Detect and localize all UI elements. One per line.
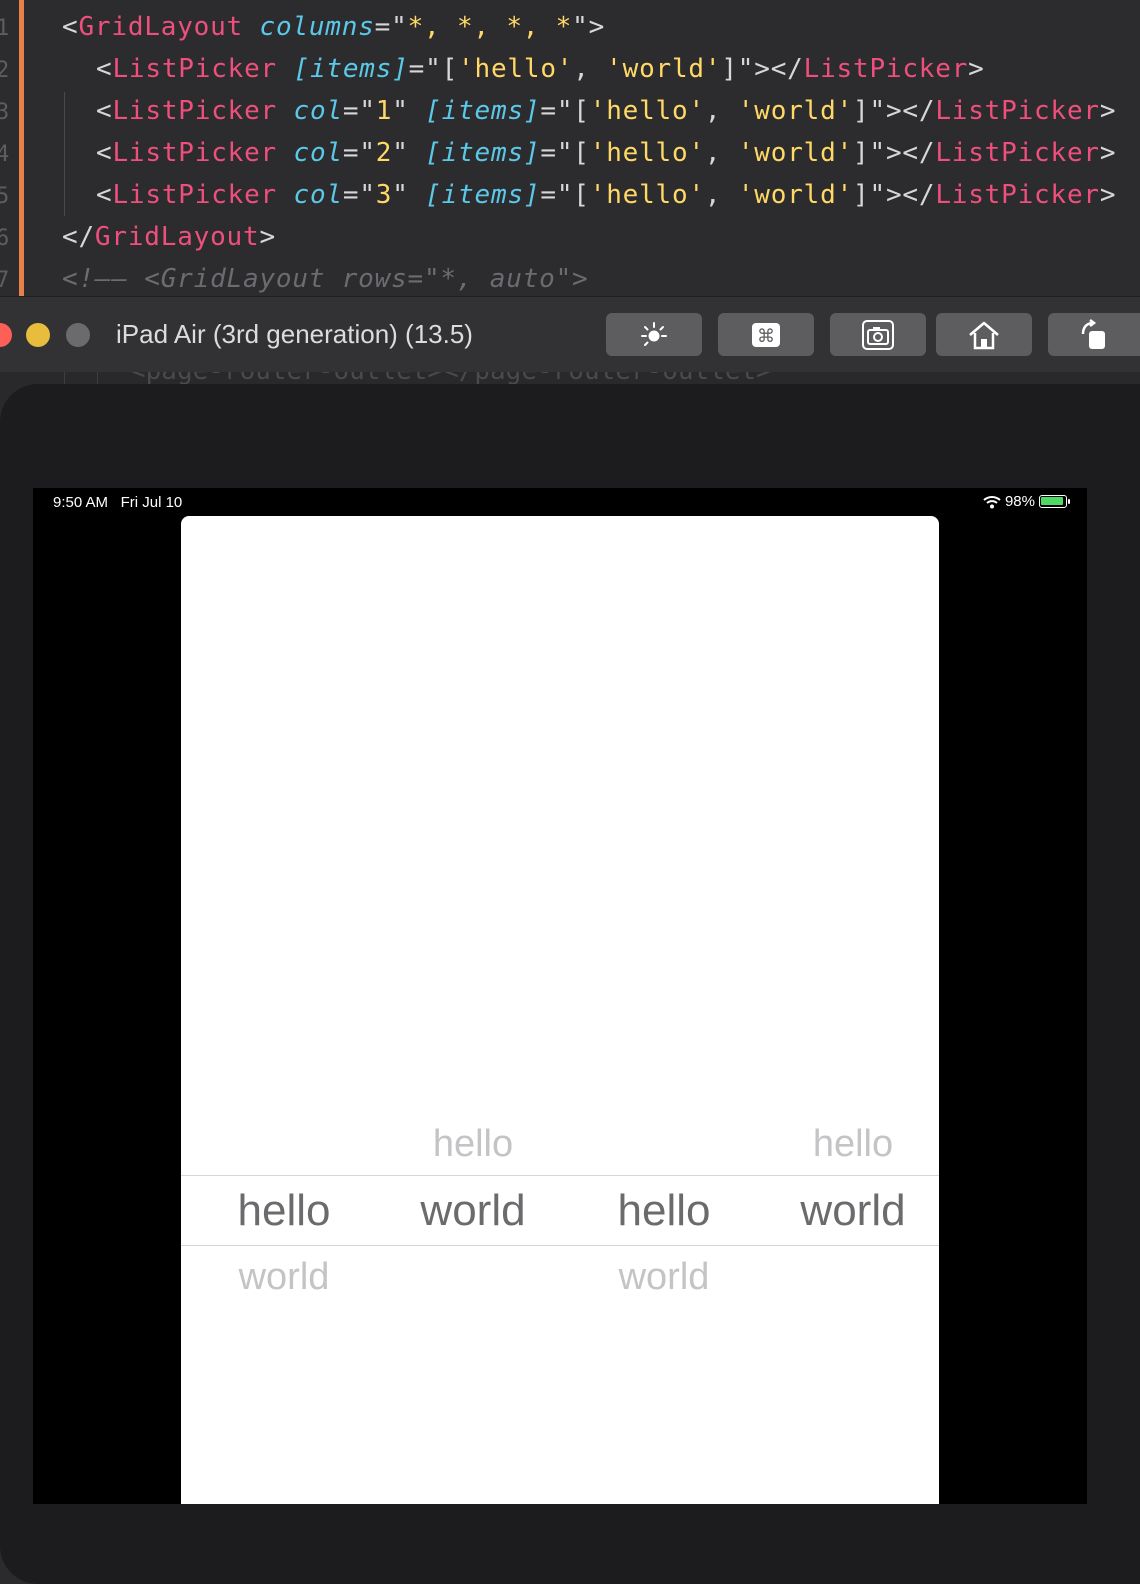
- line-number: 1: [0, 16, 10, 41]
- code-line-7-comment[interactable]: <!—— <GridLayout rows="*, auto">: [62, 264, 589, 294]
- svg-text:⌘: ⌘: [757, 326, 775, 347]
- status-bar-right: 98%: [983, 493, 1070, 510]
- picker-item-above[interactable]: hello: [758, 1123, 948, 1166]
- picker-item-below[interactable]: world: [569, 1256, 759, 1299]
- app-page-sheet: hello world hello world hello world hell…: [181, 516, 939, 1504]
- code-line-2[interactable]: <ListPicker [items]="['hello', 'world']"…: [96, 54, 985, 84]
- zoom-window-button[interactable]: [66, 323, 90, 347]
- status-time: 9:50 AM: [53, 494, 109, 511]
- picker-item-below[interactable]: world: [189, 1256, 379, 1299]
- code-line-4[interactable]: <ListPicker col="2" [items]="['hello', '…: [96, 138, 1116, 168]
- code-line-1[interactable]: <GridLayout columns="*, *, *, *">: [62, 12, 605, 42]
- git-change-bar: [19, 0, 24, 296]
- rotate-icon: [1081, 318, 1105, 349]
- wifi-icon: [983, 495, 1001, 508]
- picker-item-selected[interactable]: world: [378, 1186, 568, 1236]
- screenshot-button[interactable]: [830, 313, 926, 356]
- line-number: 4: [0, 142, 10, 167]
- list-picker-col-3[interactable]: hello world: [758, 516, 948, 1504]
- line-number: 2: [0, 58, 10, 83]
- list-picker-col-2[interactable]: hello world: [569, 516, 759, 1504]
- close-window-button[interactable]: [0, 323, 12, 347]
- code-line-3[interactable]: <ListPicker col="1" [items]="['hello', '…: [96, 96, 1116, 126]
- list-picker-col-0[interactable]: hello world: [189, 516, 379, 1504]
- line-number: 3: [0, 100, 10, 125]
- simulator-titlebar: iPad Air (3rd generation) (13.5) ⌘: [0, 296, 1140, 374]
- picker-item-selected[interactable]: hello: [189, 1186, 379, 1236]
- line-number-gutter: 1 2 3 4 5 6 7: [0, 0, 14, 296]
- battery-level: [1041, 497, 1063, 505]
- rotate-button[interactable]: [1048, 313, 1140, 356]
- code-line-6[interactable]: </GridLayout>: [62, 222, 276, 252]
- picker-item-selected[interactable]: world: [758, 1186, 948, 1236]
- line-number: 7: [0, 268, 10, 293]
- status-date: Fri Jul 10: [120, 494, 183, 511]
- picker-item-selected[interactable]: hello: [569, 1186, 759, 1236]
- code-line-5[interactable]: <ListPicker col="3" [items]="['hello', '…: [96, 180, 1116, 210]
- indent-guide: [64, 92, 65, 216]
- home-icon: [969, 321, 999, 349]
- picker-item-above[interactable]: hello: [378, 1123, 568, 1166]
- battery-icon: [1039, 495, 1070, 508]
- battery-cap: [1068, 499, 1070, 504]
- command-button[interactable]: ⌘: [718, 313, 814, 356]
- device-screen[interactable]: 9:50 AM Fri Jul 10 98% hello world hello…: [33, 488, 1087, 1504]
- line-number: 6: [0, 226, 10, 251]
- brightness-icon: [641, 321, 667, 346]
- home-button[interactable]: [936, 313, 1032, 356]
- screenshot-icon: [862, 319, 894, 350]
- status-bar-clock: 9:50 AM Fri Jul 10: [53, 494, 182, 511]
- line-number: 5: [0, 184, 10, 209]
- list-picker-col-1[interactable]: hello world: [378, 516, 568, 1504]
- brightness-button[interactable]: [606, 313, 702, 356]
- code-editor[interactable]: 1 2 3 4 5 6 7 <GridLayout columns="*, *,…: [0, 0, 1140, 296]
- battery-percent: 98%: [1004, 493, 1035, 510]
- window-title: iPad Air (3rd generation) (13.5): [116, 319, 473, 349]
- command-icon: ⌘: [752, 322, 780, 347]
- minimize-window-button[interactable]: [26, 323, 50, 347]
